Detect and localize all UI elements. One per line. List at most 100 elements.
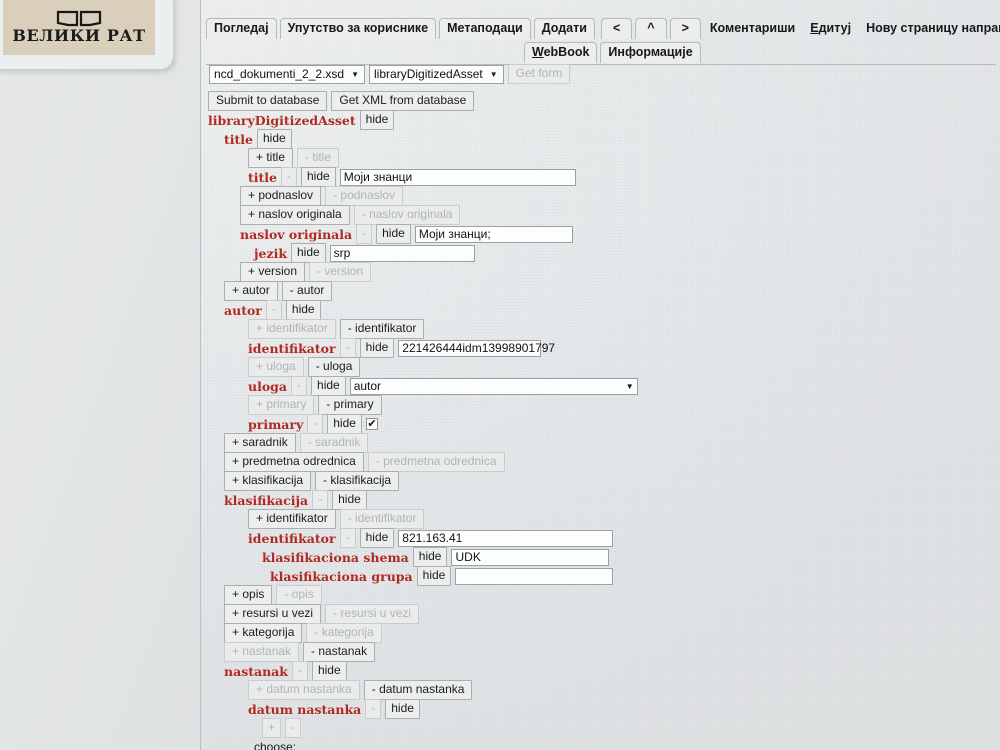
remove-primary-button[interactable]: - primary: [318, 395, 382, 415]
nav-up-button[interactable]: ^: [635, 18, 667, 39]
hide-button-title-group[interactable]: hide: [257, 129, 292, 149]
label-identifikator-autor: identifikator: [248, 340, 336, 356]
remove-identifikator-autor-button[interactable]: - identifikator: [339, 319, 425, 339]
remove-datum-nastanka-button[interactable]: - datum nastanka: [363, 680, 473, 700]
tab-metapodaci[interactable]: Метаподаци: [439, 18, 531, 39]
row-add-naslov-originala: + naslov originala - naslov originala: [240, 205, 998, 225]
add-predmetna-odrednica-button[interactable]: + predmetna odrednica: [224, 452, 364, 472]
naslov-originala-input[interactable]: Моји знанци;: [414, 225, 573, 243]
schema-file-select[interactable]: ncd_dokumenti_2_2.xsd ▼: [209, 64, 366, 84]
hide-button-klasifikaciona-shema[interactable]: hide: [412, 547, 448, 567]
get-xml-from-database-button[interactable]: Get XML from database: [331, 91, 475, 111]
tab-dodati[interactable]: Додати: [533, 18, 595, 39]
site-logo-text: ВЕЛИКИ РАТ: [12, 26, 146, 45]
remove-choice-button: -: [285, 718, 302, 738]
row-title-field: title - hide Моји знанци: [248, 167, 998, 187]
remove-kategorija-button: - kategorija: [306, 623, 382, 643]
add-resursi-u-vezi-button[interactable]: + resursi u vezi: [224, 604, 322, 624]
uloga-select[interactable]: autor ▼: [349, 377, 638, 395]
tab-komentarisi[interactable]: Коментариши: [704, 19, 801, 39]
add-primary-button: + primary: [248, 395, 315, 415]
add-title-button[interactable]: + title: [248, 148, 294, 168]
identifikator-klas-input[interactable]: 821.163.41: [398, 529, 614, 547]
remove-version-button: - version: [309, 262, 372, 282]
label-klasifikaciona-grupa: klasifikaciona grupa: [270, 568, 413, 584]
hide-button-jezik[interactable]: hide: [290, 243, 326, 263]
row-add-klasifikacija: + klasifikacija - klasifikacija: [224, 471, 998, 491]
label-nastanak-group: nastanak: [224, 663, 288, 679]
row-uloga: uloga - hide autor ▼: [248, 376, 998, 396]
jezik-input[interactable]: srp: [329, 244, 475, 262]
remove-klasifikacija-button[interactable]: - klasifikacija: [315, 471, 400, 491]
remove-button-title: -: [281, 167, 297, 187]
schema-selector-row: ncd_dokumenti_2_2.xsd ▼ libraryDigitized…: [209, 64, 571, 84]
remove-button-nastanak: -: [291, 661, 308, 681]
add-klasifikacija-button[interactable]: + klasifikacija: [224, 471, 312, 491]
hide-button-klasifikacija[interactable]: hide: [332, 490, 367, 510]
submit-to-database-button[interactable]: Submit to database: [208, 91, 328, 111]
tab-webbook-rest: ebBook: [543, 45, 590, 59]
tab-informacije[interactable]: Информације: [600, 42, 701, 63]
add-opis-button[interactable]: + opis: [224, 585, 273, 605]
remove-button-datum-nastanka: -: [365, 699, 382, 719]
hide-button-datum-nastanka[interactable]: hide: [385, 699, 420, 719]
hide-button-klasifikaciona-grupa[interactable]: hide: [416, 566, 452, 586]
label-autor-group: autor: [224, 302, 262, 318]
chevron-down-icon: ▼: [489, 69, 498, 79]
add-version-button[interactable]: + version: [240, 262, 306, 282]
hide-button-uloga[interactable]: hide: [311, 376, 346, 396]
add-kategorija-button[interactable]: + kategorija: [224, 623, 303, 643]
klasifikaciona-grupa-input[interactable]: [455, 567, 614, 585]
add-naslov-originala-button[interactable]: + naslov originala: [240, 205, 350, 225]
add-identifikator-klas-button[interactable]: + identifikator: [248, 509, 336, 529]
row-title-group: title hide: [224, 129, 998, 149]
remove-nastanak-button[interactable]: - nastanak: [303, 642, 376, 662]
add-saradnik-button[interactable]: + saradnik: [224, 433, 296, 453]
row-add-version: + version - version: [240, 262, 998, 282]
row-add-podnaslov: + podnaslov - podnaslov: [240, 186, 998, 206]
tab-pogledaj[interactable]: Погледај: [206, 18, 277, 39]
hide-button-root[interactable]: hide: [359, 110, 395, 130]
title-input[interactable]: Моји знанци: [339, 168, 576, 186]
hide-button-title[interactable]: hide: [301, 167, 336, 187]
tab-edituj-rest: дитуј: [818, 21, 852, 35]
add-datum-nastanka-button: + datum nastanka: [248, 680, 360, 700]
remove-button-primary: -: [307, 414, 324, 434]
nav-prev-button[interactable]: <: [600, 18, 633, 39]
add-podnaslov-button[interactable]: + podnaslov: [240, 186, 322, 206]
screen-photo: ВЕЛИКИ РАТ Погледај Упутство за корисник…: [0, 0, 1000, 750]
row-add-saradnik: + saradnik - saradnik: [224, 433, 998, 453]
row-klasifikaciona-shema: klasifikaciona shema hide UDK: [262, 547, 998, 567]
hide-button-identifikator-autor[interactable]: hide: [359, 338, 395, 358]
hide-button-nastanak[interactable]: hide: [311, 661, 347, 681]
nav-next-button[interactable]: >: [669, 18, 701, 39]
tab-uputstvo[interactable]: Упутство за кориснике: [279, 18, 437, 39]
remove-opis-button: - opis: [276, 585, 322, 605]
remove-autor-button[interactable]: - autor: [281, 281, 333, 301]
row-add-predmetna-odrednica: + predmetna odrednica - predmetna odredn…: [224, 452, 998, 472]
remove-uloga-button[interactable]: - uloga: [307, 357, 361, 377]
klasifikaciona-shema-input[interactable]: UDK: [451, 548, 610, 566]
row-jezik: jezik hide srp: [254, 243, 998, 263]
get-form-button[interactable]: Get form: [507, 64, 571, 84]
tab-nova-stranica[interactable]: Нову страницу направи: [860, 19, 1000, 39]
hide-button-autor[interactable]: hide: [285, 300, 321, 320]
identifikator-autor-input[interactable]: 221426444idm13998901797: [398, 339, 555, 357]
row-naslov-originala: naslov originala - hide Моји знанци;: [240, 224, 998, 244]
add-autor-button[interactable]: + autor: [224, 281, 278, 301]
primary-checkbox[interactable]: ✔: [365, 418, 378, 430]
tab-edituj[interactable]: Едитуј: [804, 19, 857, 39]
add-nastanak-button: + nastanak: [224, 642, 300, 662]
tab-webbook[interactable]: WebBook: [524, 42, 598, 63]
open-book-icon: [56, 10, 102, 27]
form-action-row: Submit to database Get XML from database: [208, 91, 998, 111]
hide-button-identifikator-klas[interactable]: hide: [359, 528, 395, 548]
site-logo-plaque[interactable]: ВЕЛИКИ РАТ: [0, 0, 174, 70]
root-element-select[interactable]: libraryDigitizedAsset ▼: [369, 64, 504, 84]
tab-row-secondary: WebBook Информације: [524, 41, 1000, 63]
remove-predmetna-odrednica-button: - predmetna odrednica: [367, 452, 505, 472]
add-choice-button: +: [262, 718, 282, 738]
hide-button-naslov-originala[interactable]: hide: [376, 224, 411, 244]
row-add-kategorija: + kategorija - kategorija: [224, 623, 998, 643]
hide-button-primary[interactable]: hide: [327, 414, 362, 434]
